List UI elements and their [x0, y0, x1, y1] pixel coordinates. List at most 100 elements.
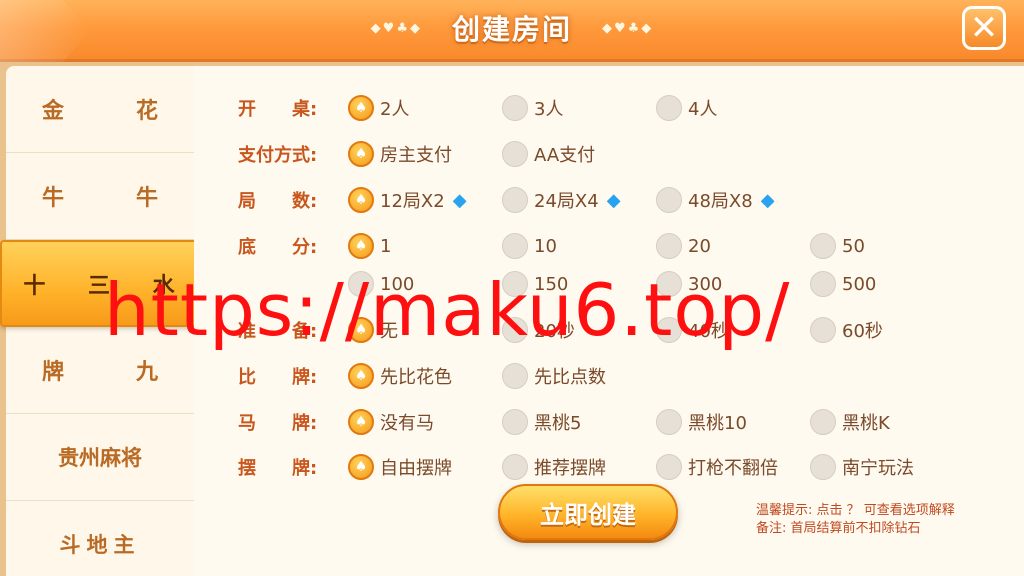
option-label: 4人 [688, 99, 718, 120]
option-prepare-60s[interactable]: 60秒 [810, 315, 883, 345]
radio-icon [656, 95, 682, 121]
title-area: ◆♥♣◆ 创建房间 ◆♥♣◆ [330, 6, 694, 50]
option-payment-aa[interactable]: AA支付 [502, 139, 595, 169]
option-label: 先比点数 [534, 367, 606, 388]
option-horse-none[interactable]: ♠ 没有马 [348, 407, 434, 437]
radio-icon [502, 187, 528, 213]
create-room-button[interactable]: 立即创建 [498, 484, 678, 540]
option-horse-spade5[interactable]: 黑桃5 [502, 407, 581, 437]
row-label: 局 数: [238, 191, 318, 212]
option-players-3[interactable]: 3人 [502, 93, 563, 123]
option-label: 3人 [534, 99, 564, 120]
radio-icon [502, 141, 528, 167]
spade-radio-icon: ♠ [348, 454, 374, 480]
sidebar-item-guizhou-mahjong[interactable]: 贵州麻将 [6, 414, 194, 501]
tip-line: 温馨提示: 点击 ？ 可查看选项解释 [756, 503, 955, 518]
option-rounds-48[interactable]: 48局X8 ◆ [656, 185, 775, 215]
radio-icon [502, 233, 528, 259]
option-base-50[interactable]: 50 [810, 231, 865, 261]
radio-icon [810, 271, 836, 297]
option-label: 黑桃10 [688, 413, 747, 434]
option-label: 500 [842, 273, 877, 295]
option-players-2[interactable]: ♠ 2人 [348, 93, 409, 123]
option-rounds-24[interactable]: 24局X4 ◆ [502, 185, 621, 215]
header-bar: ◆♥♣◆ 创建房间 ◆♥♣◆ ✕ [0, 0, 1024, 62]
spade-radio-icon: ♠ [348, 187, 374, 213]
radio-icon [810, 233, 836, 259]
row-label: 比 牌: [238, 367, 318, 388]
sidebar-item-char: 牛 [41, 186, 64, 211]
radio-icon [502, 363, 528, 389]
back-arrow-decoration [0, 0, 90, 62]
option-label: 黑桃5 [534, 413, 582, 434]
option-horse-spade10[interactable]: 黑桃10 [656, 407, 747, 437]
option-label: 先比花色 [380, 367, 452, 388]
sidebar-item-label: 贵州麻将 [58, 446, 142, 470]
page-title: 创建房间 [451, 13, 572, 46]
spade-radio-icon: ♠ [348, 409, 374, 435]
option-label: 房主支付 [380, 145, 452, 166]
option-label: 1 [380, 235, 392, 257]
suit-decoration-left: ◆♥♣◆ [370, 20, 422, 36]
row-players: 开 桌: [238, 93, 348, 123]
sidebar-item-char: 花 [135, 99, 158, 124]
close-button[interactable]: ✕ [962, 6, 1006, 50]
option-rounds-12[interactable]: ♠ 12局X2 ◆ [348, 185, 467, 215]
option-base-500[interactable]: 500 [810, 269, 876, 299]
tips-text: 温馨提示: 点击 ？ 可查看选项解释 备注: 首局结算前不扣除钻石 [756, 502, 1018, 538]
radio-icon [656, 233, 682, 259]
option-base-10[interactable]: 10 [502, 231, 557, 261]
sidebar-item-char: 金 [41, 99, 64, 124]
option-players-4[interactable]: 4人 [656, 93, 717, 123]
radio-icon [656, 187, 682, 213]
row-arrange: 摆 牌: [238, 452, 348, 482]
option-arrange-free[interactable]: ♠ 自由摆牌 [348, 452, 452, 482]
watermark-url: https://maku6.top/ [104, 268, 791, 352]
option-horse-spadek[interactable]: 黑桃K [810, 407, 890, 437]
option-label: 打枪不翻倍 [688, 458, 778, 479]
radio-icon [810, 454, 836, 480]
option-arrange-recommended[interactable]: 推荐摆牌 [502, 452, 606, 482]
option-arrange-nanning[interactable]: 南宁玩法 [810, 452, 914, 482]
row-rounds: 局 数: [238, 185, 348, 215]
option-label: 60秒 [842, 321, 883, 342]
sidebar-item-char: 十 [23, 273, 46, 299]
option-base-1[interactable]: ♠ 1 [348, 231, 391, 261]
row-label: 摆 牌: [238, 458, 318, 479]
option-compare-points[interactable]: 先比点数 [502, 361, 606, 391]
row-label: 底 分: [238, 237, 318, 258]
suit-decoration-right: ◆♥♣◆ [602, 20, 654, 36]
option-compare-suit[interactable]: ♠ 先比花色 [348, 361, 452, 391]
row-compare: 比 牌: [238, 361, 348, 391]
option-label: 48局X8 [688, 191, 753, 212]
radio-icon [656, 409, 682, 435]
option-label: 黑桃K [842, 413, 890, 434]
radio-icon [810, 317, 836, 343]
diamond-icon: ◆ [606, 189, 621, 211]
row-label: 支付方式: [238, 145, 318, 166]
spade-radio-icon: ♠ [348, 363, 374, 389]
row-horse: 马 牌: [238, 407, 348, 437]
sidebar-item-jinhua[interactable]: 金 花 [6, 66, 194, 153]
radio-icon [502, 409, 528, 435]
row-payment: 支付方式: [238, 139, 348, 169]
option-label: 自由摆牌 [380, 458, 452, 479]
option-arrange-no-double[interactable]: 打枪不翻倍 [656, 452, 778, 482]
option-label: 南宁玩法 [842, 458, 914, 479]
sidebar-item-char: 牛 [135, 186, 158, 211]
spade-radio-icon: ♠ [348, 95, 374, 121]
option-label: 12局X2 [380, 191, 445, 212]
option-label: 24局X4 [534, 191, 599, 212]
sidebar-item-doudizhu[interactable]: 斗地主 [6, 501, 194, 576]
option-label: 2人 [380, 99, 410, 120]
option-payment-host[interactable]: ♠ 房主支付 [348, 139, 452, 169]
spade-radio-icon: ♠ [348, 233, 374, 259]
sidebar-item-char: 九 [135, 360, 158, 385]
option-label: 推荐摆牌 [534, 458, 606, 479]
sidebar-item-niuniu[interactable]: 牛 牛 [6, 153, 194, 240]
option-label: 10 [534, 235, 557, 257]
option-base-20[interactable]: 20 [656, 231, 711, 261]
close-icon: ✕ [969, 8, 999, 48]
row-label: 马 牌: [238, 413, 318, 434]
radio-icon [502, 95, 528, 121]
